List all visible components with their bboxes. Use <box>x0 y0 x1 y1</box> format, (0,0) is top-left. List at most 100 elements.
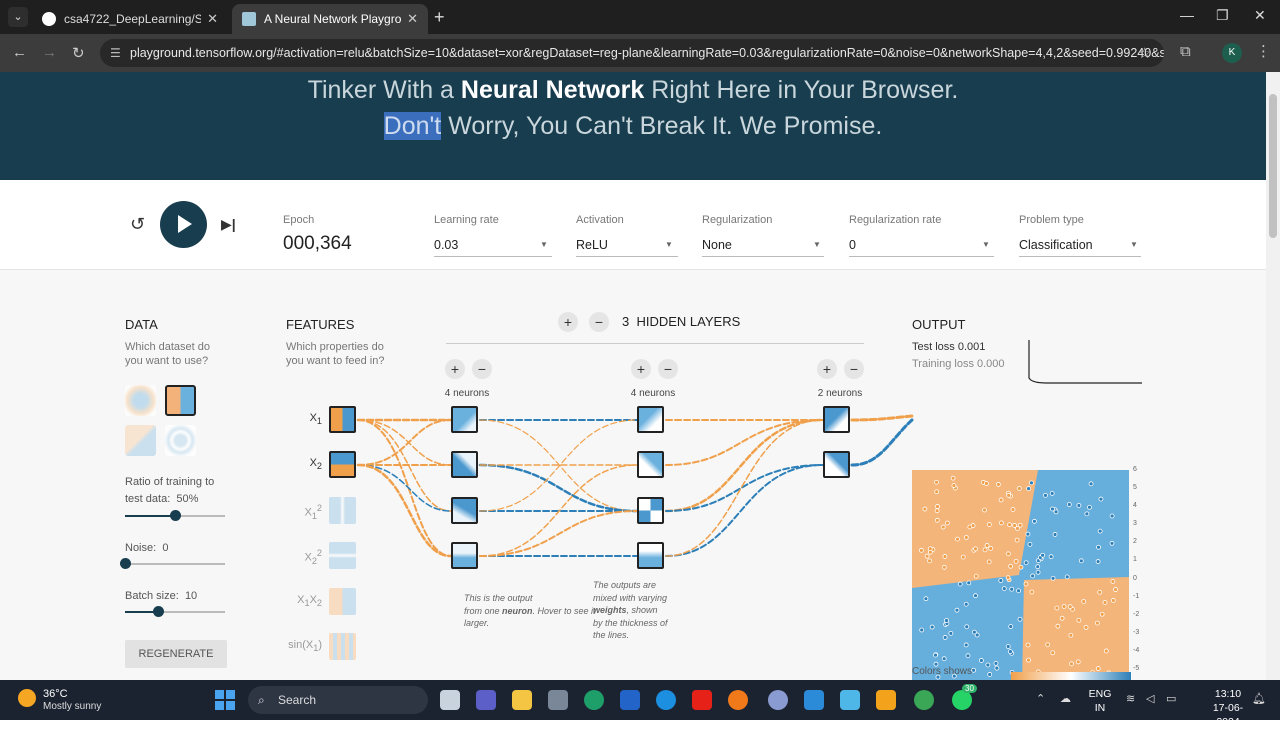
camera-icon[interactable] <box>548 690 568 710</box>
extensions-icon[interactable]: ⧉ <box>1180 43 1191 60</box>
snipping-icon[interactable] <box>876 690 896 710</box>
back-icon[interactable]: ← <box>12 44 27 61</box>
windows-start-icon[interactable] <box>215 690 235 710</box>
profile-avatar[interactable]: K <box>1222 43 1242 63</box>
bookmark-star-icon[interactable]: ☆ <box>1138 44 1151 62</box>
notepad-icon[interactable] <box>804 690 824 710</box>
tab-playground[interactable]: A Neural Network Playground ✕ <box>232 4 428 34</box>
site-info-icon[interactable]: ☰ <box>110 39 121 67</box>
edge-icon[interactable] <box>584 690 604 710</box>
tab-close-icon[interactable]: ✕ <box>407 11 418 27</box>
temperature[interactable]: 36°C <box>43 688 68 700</box>
hidden-node-1-4[interactable] <box>451 542 478 569</box>
hidden-node-2-3[interactable] <box>637 497 664 524</box>
data-point <box>1061 604 1067 609</box>
r-app-icon[interactable] <box>768 690 788 710</box>
connection <box>665 419 824 466</box>
teams-icon[interactable] <box>476 690 496 710</box>
taskbar-search[interactable]: ⌕ Search <box>248 686 428 714</box>
training-loss: Training loss 0.000 <box>912 358 1005 370</box>
data-point <box>929 624 935 630</box>
data-point <box>948 630 954 636</box>
activation-label: Activation <box>576 214 624 226</box>
select-underline <box>1019 256 1141 257</box>
hidden-node-3-2[interactable] <box>823 451 850 478</box>
browser-menu-icon[interactable]: ⋮ <box>1256 42 1271 60</box>
data-point <box>1099 611 1105 617</box>
new-tab-button[interactable]: + <box>434 7 445 28</box>
forward-icon[interactable]: → <box>42 44 57 61</box>
data-point <box>1029 480 1034 486</box>
hidden-node-1-1[interactable] <box>451 406 478 433</box>
whatsapp-badge: 30 <box>962 684 977 693</box>
chevron-down-icon: ▼ <box>665 240 673 249</box>
regularization-select[interactable]: None <box>702 238 732 252</box>
battery-icon[interactable]: ▭ <box>1166 692 1176 705</box>
volume-icon[interactable]: ◁ <box>1146 692 1154 705</box>
regularization-rate-select[interactable]: 0 <box>849 238 856 252</box>
minimize-button[interactable]: — <box>1180 7 1194 23</box>
url-field[interactable]: ☰ playground.tensorflow.org/#activation=… <box>100 39 1164 67</box>
play-button[interactable] <box>160 201 207 248</box>
playground-favicon-icon <box>242 12 256 26</box>
data-point <box>1050 506 1055 512</box>
clock[interactable]: 13:10 17-06-2024 <box>1206 687 1250 729</box>
language-indicator[interactable]: ENG IN <box>1086 687 1114 715</box>
whatsapp-icon[interactable] <box>952 690 972 710</box>
data-point <box>1078 558 1084 564</box>
hidden-node-3-1[interactable] <box>823 406 850 433</box>
3d-viewer-icon[interactable] <box>840 690 860 710</box>
tab-close-icon[interactable]: ✕ <box>207 11 218 27</box>
data-point <box>1008 649 1013 655</box>
data-point <box>984 481 989 486</box>
activation-select[interactable]: ReLU <box>576 238 608 252</box>
tab-github[interactable]: csa4722_DeepLearning/Screen ✕ <box>32 4 228 34</box>
weather-sun-icon[interactable] <box>18 689 36 707</box>
data-point <box>1067 604 1073 610</box>
data-point <box>986 559 992 565</box>
hidden-node-2-2[interactable] <box>637 451 664 478</box>
hidden-node-1-3[interactable] <box>451 497 478 524</box>
data-point <box>1097 528 1103 534</box>
maximize-button[interactable]: ❐ <box>1216 7 1229 24</box>
connection <box>665 464 824 512</box>
data-point <box>995 482 1001 487</box>
data-point <box>978 658 984 663</box>
cloud-icon[interactable]: ☁ <box>1060 692 1071 705</box>
tray-chevron-icon[interactable]: ⌃ <box>1036 692 1045 705</box>
wifi-icon[interactable]: ≋ <box>1126 692 1135 705</box>
data-point <box>1087 504 1092 510</box>
page-scrollbar[interactable] <box>1266 72 1280 680</box>
draw-app-icon[interactable] <box>656 690 676 710</box>
notification-bell-icon[interactable]: 🔔︎ <box>1252 692 1266 705</box>
close-window-button[interactable]: ✕ <box>1254 7 1266 24</box>
data-point <box>1113 587 1118 592</box>
data-point <box>1109 513 1115 519</box>
data-point <box>1005 551 1011 557</box>
firefox-icon[interactable] <box>728 690 748 710</box>
tab-search-icon[interactable]: ⌄ <box>8 7 28 27</box>
tab-title: A Neural Network Playground <box>264 12 402 26</box>
learning-rate-select[interactable]: 0.03 <box>434 238 458 252</box>
chrome-icon[interactable] <box>914 690 934 710</box>
data-point <box>994 665 1000 671</box>
reset-icon[interactable]: ↺ <box>130 214 145 235</box>
scrollbar-thumb[interactable] <box>1269 94 1277 238</box>
chevron-down-icon: ▼ <box>813 240 821 249</box>
reload-icon[interactable]: ↻ <box>72 44 85 62</box>
step-icon[interactable]: ▶| <box>221 216 236 233</box>
hidden-node-1-2[interactable] <box>451 451 478 478</box>
hidden-node-2-4[interactable] <box>637 542 664 569</box>
task-view-icon[interactable] <box>440 690 460 710</box>
youtube-icon[interactable] <box>692 690 712 710</box>
data-point <box>1027 542 1033 547</box>
data-point <box>1015 525 1020 531</box>
hidden-node-2-1[interactable] <box>637 406 664 433</box>
mobile-app-icon[interactable] <box>620 690 640 710</box>
data-point <box>1016 588 1021 594</box>
data-point <box>944 618 949 623</box>
problem-type-select[interactable]: Classification <box>1019 238 1093 252</box>
data-point <box>1081 599 1087 604</box>
file-explorer-icon[interactable] <box>512 690 532 710</box>
connection <box>664 418 825 513</box>
